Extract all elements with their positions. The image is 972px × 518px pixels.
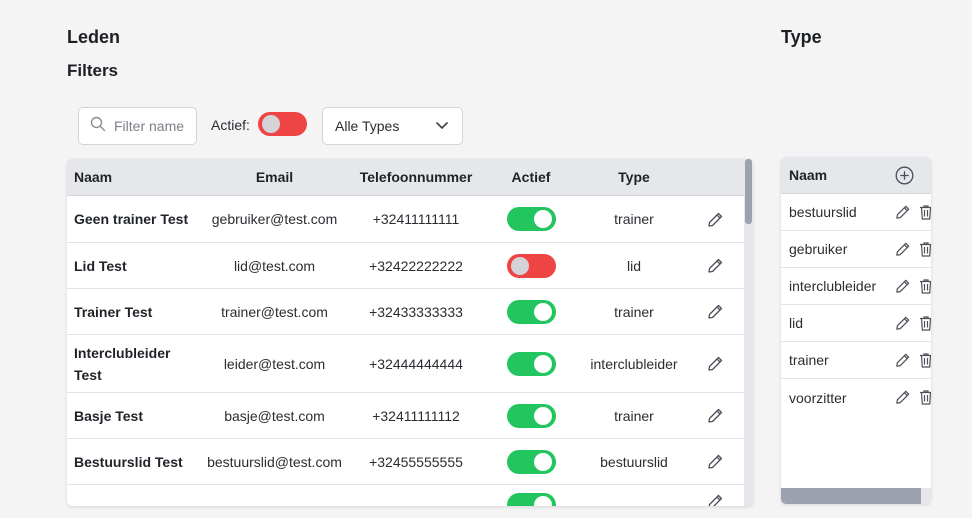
member-active-toggle[interactable] (506, 299, 556, 324)
member-type: bestuurslid (600, 453, 668, 470)
table-row: Geen trainer Test gebruiker@test.com +32… (67, 196, 753, 243)
column-header-email[interactable]: Email (197, 169, 352, 185)
member-email: gebruiker@test.com (211, 211, 338, 227)
pencil-icon[interactable] (895, 278, 911, 294)
member-type: trainer (614, 211, 654, 227)
type-row: bestuurslid (781, 194, 931, 231)
table-row (67, 485, 753, 506)
table-row: Basje Test basje@test.com +32411111112 t… (67, 393, 753, 439)
types-table: Naam bestuurslid gebruiker interclubleid… (781, 157, 931, 504)
pencil-icon[interactable] (707, 257, 724, 274)
members-table-header: Naam Email Telefoonnummer Actief Type (67, 159, 753, 196)
member-active-toggle[interactable] (506, 403, 556, 428)
actief-filter-label: Actief: (211, 117, 250, 133)
type-name: lid (789, 315, 804, 331)
pencil-icon[interactable] (707, 355, 724, 372)
column-header-naam[interactable]: Naam (67, 166, 197, 188)
type-title: Type (781, 27, 822, 47)
member-name: Basje Test (74, 407, 143, 424)
member-active-toggle[interactable] (506, 207, 556, 231)
member-phone: +32411111112 (372, 407, 460, 424)
member-phone: +32444444444 (369, 355, 463, 372)
pencil-icon[interactable] (895, 389, 911, 405)
member-type: trainer (614, 303, 654, 320)
actief-filter-toggle[interactable] (258, 112, 307, 136)
member-email: basje@test.com (224, 407, 325, 424)
search-input[interactable] (114, 118, 198, 134)
member-name: Interclubleider Test (74, 344, 171, 383)
member-active-toggle[interactable] (506, 253, 556, 278)
member-email: lid@test.com (233, 257, 316, 274)
trash-icon[interactable] (918, 278, 931, 294)
column-header-naam[interactable]: Naam (789, 167, 827, 183)
member-name: Trainer Test (74, 303, 153, 320)
pencil-icon[interactable] (707, 303, 724, 320)
member-type: trainer (614, 407, 654, 424)
pencil-icon[interactable] (895, 352, 911, 368)
pencil-icon[interactable] (707, 453, 724, 470)
column-header-telefoonnummer[interactable]: Telefoonnummer (352, 169, 480, 185)
member-active-toggle[interactable] (506, 449, 556, 474)
trash-icon[interactable] (918, 204, 931, 220)
members-table: Naam Email Telefoonnummer Actief Type Ge… (67, 159, 753, 506)
member-email: leider@test.com (223, 355, 326, 372)
column-header-actief[interactable]: Actief (480, 169, 582, 185)
member-active-toggle[interactable] (506, 351, 556, 376)
pencil-icon[interactable] (707, 407, 724, 424)
type-name: trainer (789, 352, 829, 368)
table-row: Lid Test lid@test.com +32422222222 lid (67, 243, 753, 289)
search-icon (90, 116, 106, 137)
types-table-header: Naam (781, 157, 931, 194)
type-select-value: Alle Types (335, 118, 400, 134)
member-type: lid (626, 257, 641, 274)
column-header-type[interactable]: Type (582, 169, 686, 185)
member-type: interclubleider (590, 355, 678, 372)
type-select[interactable]: Alle Types (322, 107, 463, 145)
type-name: gebruiker (789, 241, 848, 257)
type-name: voorzitter (789, 389, 847, 406)
pencil-icon[interactable] (707, 493, 724, 506)
member-name: Bestuurslid Test (74, 453, 183, 470)
type-row: interclubleider (781, 268, 931, 305)
type-row: voorzitter (781, 379, 931, 416)
type-name: bestuurslid (789, 204, 857, 220)
member-phone: +32455555555 (369, 453, 463, 470)
pencil-icon[interactable] (707, 211, 724, 228)
type-row: trainer (781, 342, 931, 379)
trash-icon[interactable] (918, 315, 931, 331)
table-row: Bestuurslid Test bestuurslid@test.com +3… (67, 439, 753, 485)
pencil-icon[interactable] (895, 241, 911, 257)
types-table-scrollbar[interactable] (781, 488, 931, 504)
members-table-scroll-thumb[interactable] (745, 159, 752, 224)
trash-icon[interactable] (918, 352, 931, 368)
member-name: Geen trainer Test (74, 211, 189, 227)
toggle-knob (262, 115, 280, 133)
member-phone: +32411111111 (372, 211, 460, 227)
type-row: gebruiker (781, 231, 931, 268)
member-email: bestuurslid@test.com (207, 453, 342, 470)
trash-icon[interactable] (918, 389, 931, 405)
types-table-scroll-thumb[interactable] (781, 488, 921, 504)
pencil-icon[interactable] (895, 315, 911, 331)
table-row: Interclubleider Test leider@test.com +32… (67, 335, 753, 393)
table-row: Trainer Test trainer@test.com +324333333… (67, 289, 753, 335)
filters-title: Filters (67, 61, 119, 80)
member-phone: +32422222222 (369, 257, 463, 274)
page-title: Leden (67, 27, 121, 47)
pencil-icon[interactable] (895, 204, 911, 220)
trash-icon[interactable] (918, 241, 931, 257)
member-active-toggle[interactable] (506, 493, 556, 506)
search-box[interactable] (78, 107, 198, 145)
member-phone: +32433333333 (369, 303, 463, 320)
member-name: Lid Test (74, 257, 127, 274)
plus-circle-icon[interactable] (895, 166, 914, 185)
type-name: interclubleider (789, 278, 877, 294)
member-email: trainer@test.com (221, 303, 328, 320)
chevron-down-icon (435, 118, 449, 135)
type-row: lid (781, 305, 931, 342)
